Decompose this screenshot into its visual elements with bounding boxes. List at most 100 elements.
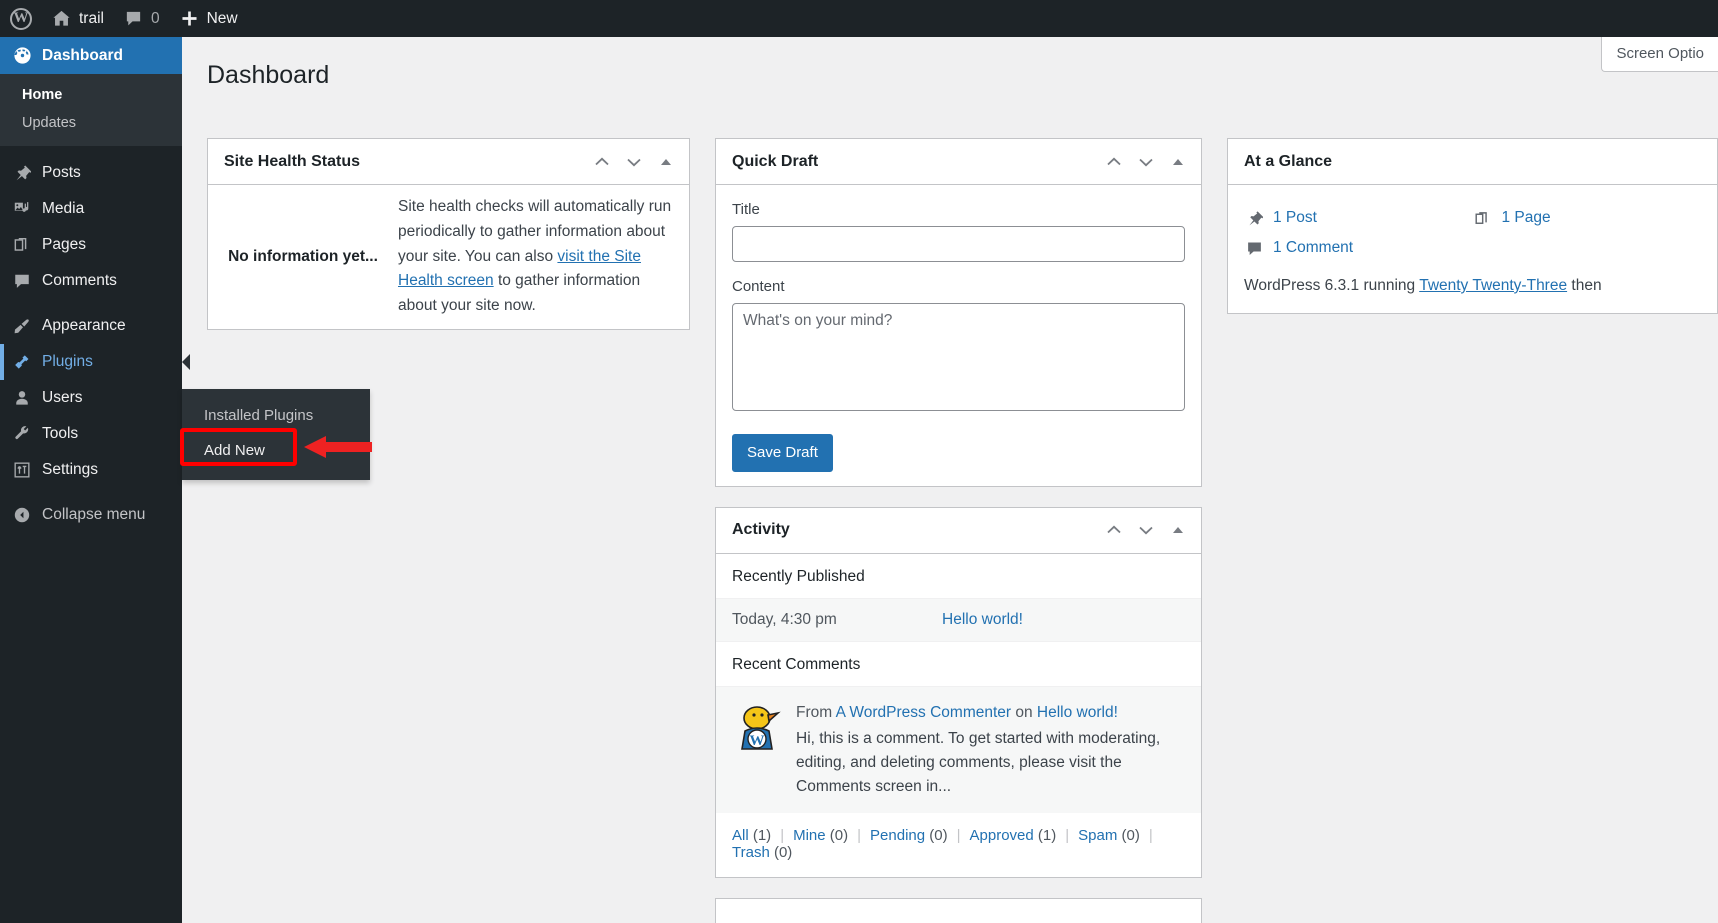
collapse-menu-button[interactable]: Collapse menu (0, 497, 182, 533)
sidebar-item-users[interactable]: Users (0, 380, 182, 416)
toggle-panel-icon[interactable] (1163, 513, 1193, 547)
move-up-icon[interactable] (1099, 145, 1129, 179)
comment-post-link[interactable]: Hello world! (1037, 704, 1118, 721)
filter-spam-label: Spam (1078, 827, 1117, 844)
glance-item-pages[interactable]: 1 Page (1473, 203, 1702, 233)
filter-mine[interactable]: Mine (0) (793, 827, 848, 844)
theme-link[interactable]: Twenty Twenty-Three (1419, 277, 1567, 294)
filter-separator: | (857, 827, 861, 844)
filter-trash[interactable]: Trash (0) (732, 844, 792, 861)
sidebar-subitem-updates[interactable]: Updates (0, 109, 182, 137)
recently-published-label: Recently Published (716, 554, 1201, 599)
dashboard-column-1: Site Health Status (182, 138, 690, 923)
filter-spam[interactable]: Spam (0) (1078, 827, 1140, 844)
sidebar-subitem-home[interactable]: Home (0, 81, 182, 109)
widget-activity: Activity Recently Publishe (715, 507, 1202, 878)
admin-sidebar-menu: Dashboard Home Updates Posts Media (0, 37, 182, 923)
filter-separator: | (957, 827, 961, 844)
comment-body: From A WordPress Commenter on Hello worl… (796, 701, 1185, 799)
glance-item-comments[interactable]: 1 Comment (1244, 233, 1473, 263)
flyout-item-installed-plugins[interactable]: Installed Plugins (182, 399, 370, 434)
sidebar-label-comments: Comments (42, 272, 117, 290)
plus-icon (180, 9, 199, 28)
filter-all[interactable]: All (1) (732, 827, 771, 844)
published-row: Today, 4:30 pm Hello world! (716, 599, 1201, 641)
pin-icon (1244, 210, 1264, 227)
activity-header: Activity (716, 508, 1201, 554)
widget-site-health-status: Site Health Status (207, 138, 690, 330)
comment-item: W From A WordPress Commenter on Hello wo… (716, 687, 1201, 813)
quick-draft-content-label: Content (732, 278, 1185, 295)
site-health-title: Site Health Status (224, 141, 360, 183)
filter-separator: | (1149, 827, 1153, 844)
save-draft-button[interactable]: Save Draft (732, 434, 833, 472)
dashboard-column-2: Quick Draft Title (690, 138, 1202, 923)
sidebar-item-posts[interactable]: Posts (0, 155, 182, 191)
at-a-glance-inside: 1 Post 1 Page (1228, 185, 1717, 313)
filter-spam-count: (0) (1122, 827, 1140, 844)
sidebar-item-tools[interactable]: Tools (0, 416, 182, 452)
move-up-icon[interactable] (1099, 513, 1129, 547)
sidebar-label-pages: Pages (42, 236, 86, 254)
pages-icon (12, 236, 32, 254)
quick-draft-header: Quick Draft (716, 139, 1201, 185)
new-content-menu[interactable]: New (170, 0, 248, 37)
recently-published-block: Recently Published Today, 4:30 pm Hello … (716, 554, 1201, 641)
move-down-icon[interactable] (619, 145, 649, 179)
sidebar-item-settings[interactable]: Settings (0, 452, 182, 488)
admin-bar: W trail 0 New (0, 0, 1718, 37)
sidebar-label-media: Media (42, 200, 84, 218)
glance-label-posts: 1 Post (1273, 209, 1317, 227)
filter-separator: | (780, 827, 784, 844)
dashboard-icon (12, 46, 32, 65)
toggle-panel-icon[interactable] (651, 145, 681, 179)
collapse-menu-label: Collapse menu (42, 506, 145, 524)
move-down-icon[interactable] (1131, 145, 1161, 179)
home-icon (52, 9, 71, 28)
move-up-icon[interactable] (587, 145, 617, 179)
quick-draft-handle-actions (1099, 145, 1193, 179)
site-name-label: trail (79, 10, 104, 28)
sidebar-item-dashboard[interactable]: Dashboard (0, 37, 182, 74)
filter-pending-label: Pending (870, 827, 925, 844)
filter-approved-label: Approved (970, 827, 1034, 844)
quick-draft-content-textarea[interactable] (732, 303, 1185, 411)
activity-handle-actions (1099, 513, 1193, 547)
filter-all-count: (1) (753, 827, 771, 844)
sidebar-label-users: Users (42, 389, 82, 407)
site-health-header: Site Health Status (208, 139, 689, 185)
move-down-icon[interactable] (1131, 513, 1161, 547)
plugin-icon (12, 353, 32, 371)
quick-draft-inside: Title Content Save Draft (716, 185, 1201, 486)
recent-comments-block: Recent Comments W (716, 641, 1201, 877)
sidebar-item-pages[interactable]: Pages (0, 227, 182, 263)
wrench-icon (12, 425, 32, 443)
filter-pending[interactable]: Pending (0) (870, 827, 948, 844)
sidebar-item-appearance[interactable]: Appearance (0, 308, 182, 344)
toggle-panel-icon[interactable] (1163, 145, 1193, 179)
comments-bubble[interactable]: 0 (114, 0, 170, 37)
sidebar-label-posts: Posts (42, 164, 81, 182)
widget-quick-draft: Quick Draft Title (715, 138, 1202, 487)
site-health-description: Site health checks will automatically ru… (398, 185, 689, 329)
site-health-inside: No information yet... Site health checks… (208, 185, 689, 329)
comment-author-link[interactable]: A WordPress Commenter (836, 704, 1011, 721)
wp-logo-menu[interactable]: W (0, 0, 42, 37)
sidebar-item-plugins[interactable]: Plugins (0, 344, 182, 380)
glance-item-posts[interactable]: 1 Post (1244, 203, 1473, 233)
filter-mine-label: Mine (793, 827, 826, 844)
user-icon (12, 389, 32, 407)
published-post-link[interactable]: Hello world! (942, 611, 1023, 629)
sidebar-item-media[interactable]: Media (0, 191, 182, 227)
screen-meta-links: Screen Optio (1601, 37, 1718, 72)
screen-options-button[interactable]: Screen Optio (1601, 37, 1718, 72)
dashboard-column-3: At a Glance 1 Post (1202, 138, 1718, 923)
settings-icon (12, 461, 32, 479)
filter-approved[interactable]: Approved (1) (970, 827, 1057, 844)
sidebar-item-comments[interactable]: Comments (0, 263, 182, 299)
version-suffix: then (1567, 277, 1601, 294)
quick-draft-title-input[interactable] (732, 226, 1185, 262)
filter-all-label: All (732, 827, 749, 844)
dashboard-columns: Site Health Status (182, 138, 1718, 923)
site-name-menu[interactable]: trail (42, 0, 114, 37)
